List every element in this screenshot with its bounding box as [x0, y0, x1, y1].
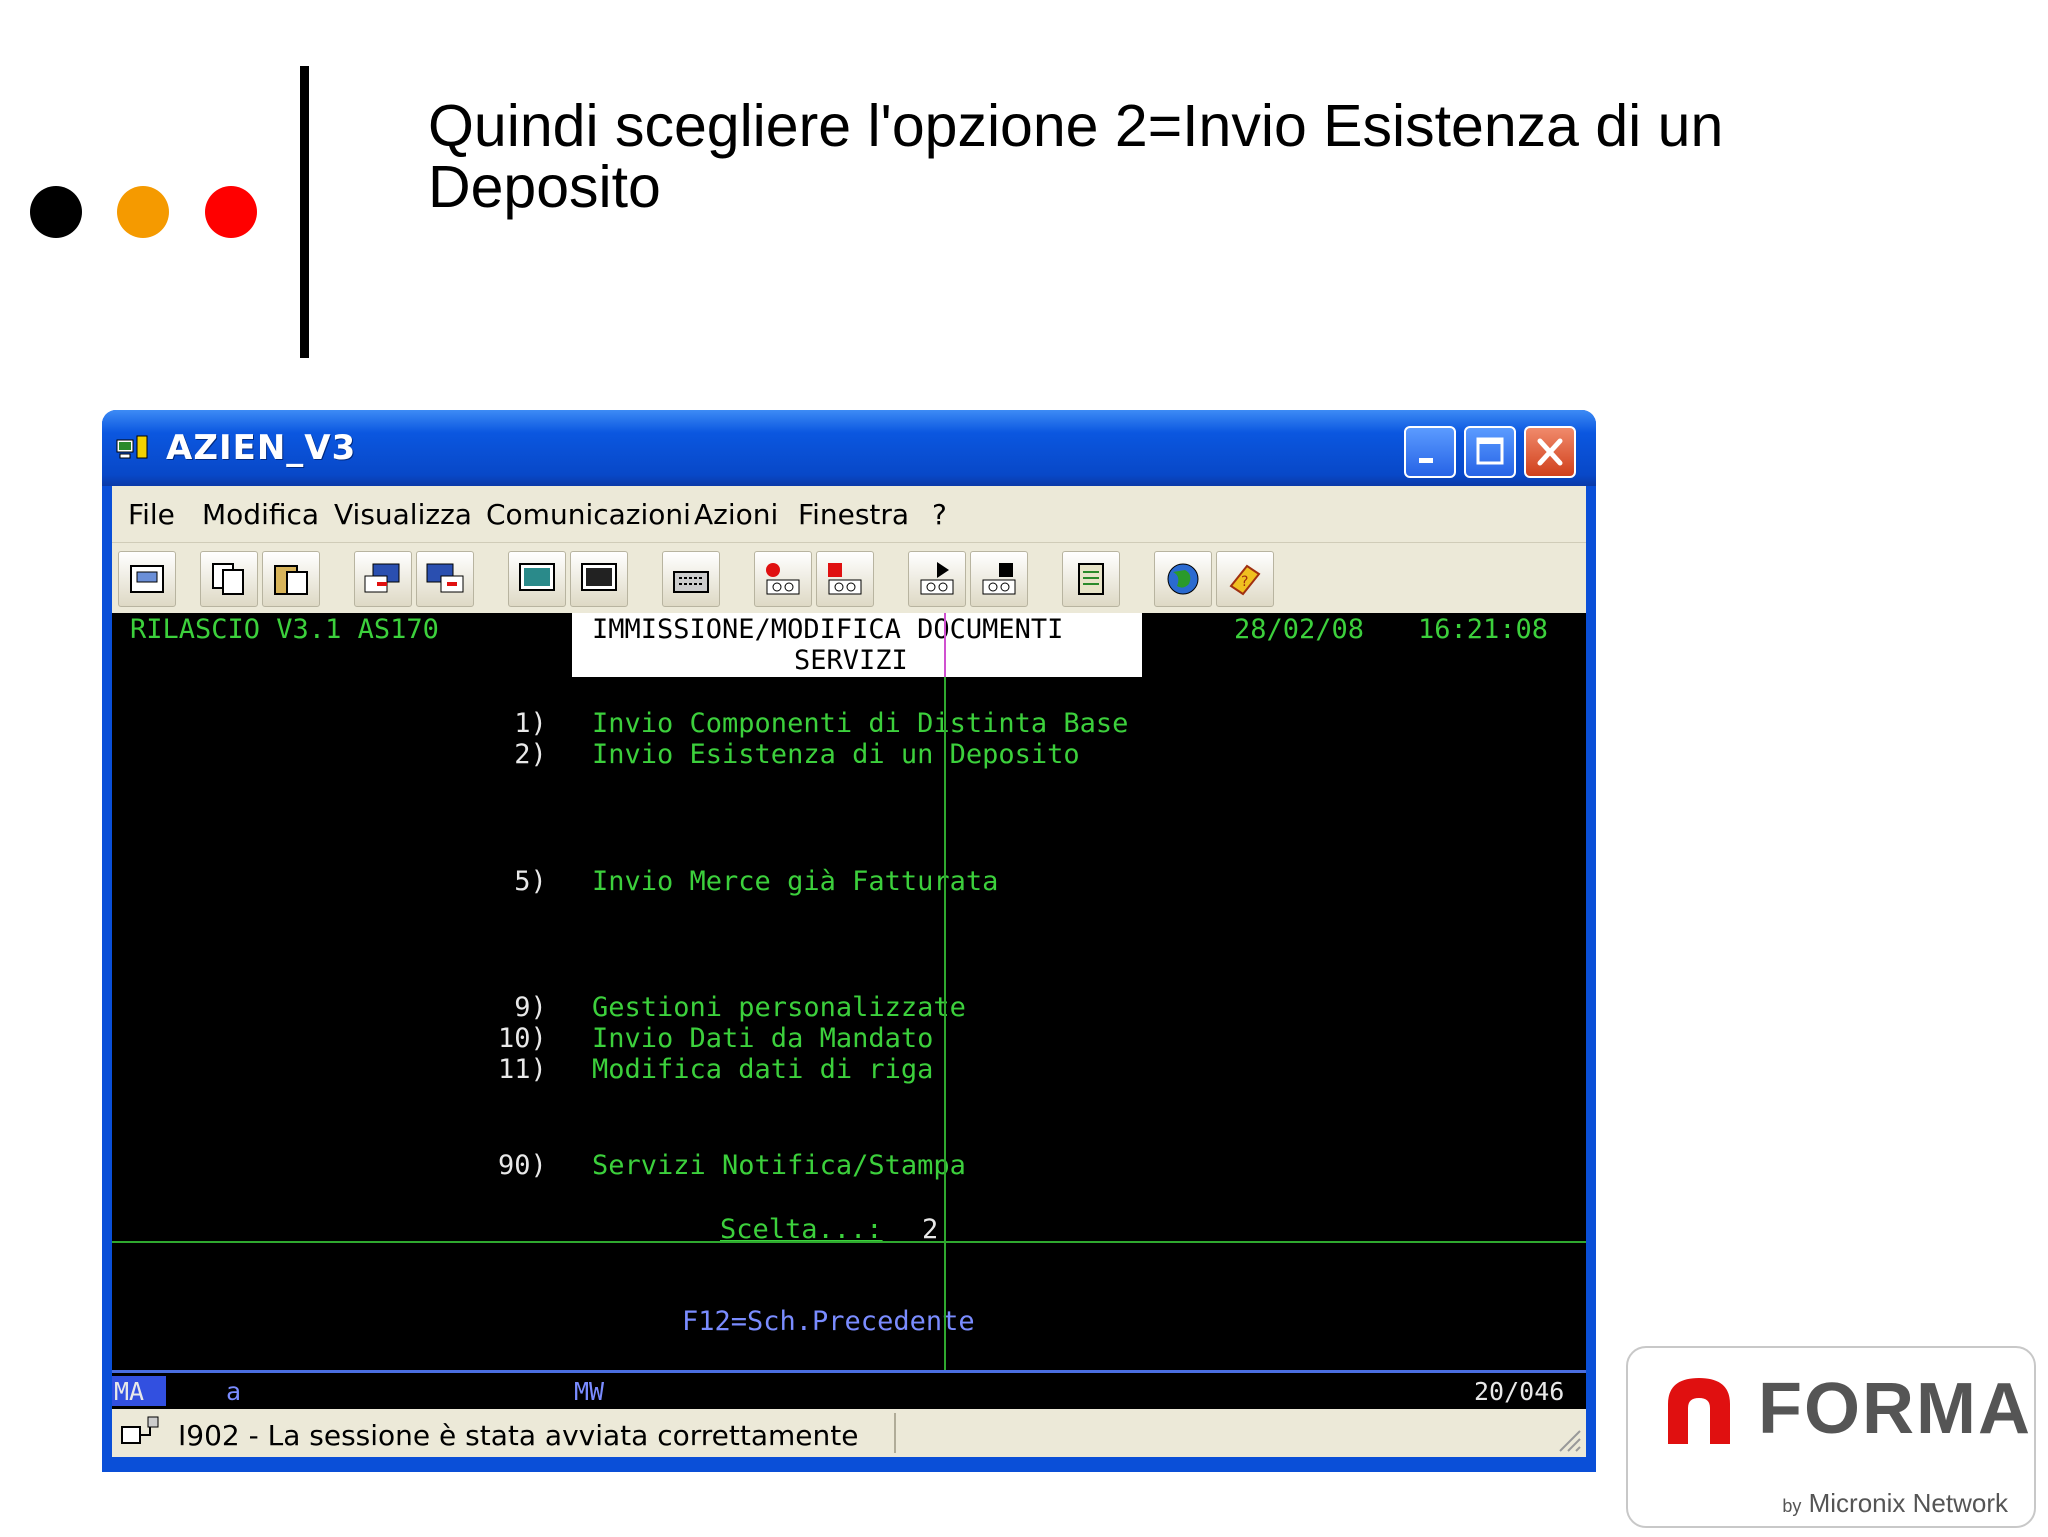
- menu-bar: File Modifica Visualizza Comunicazioni A…: [112, 486, 1586, 543]
- help-button[interactable]: ?: [1216, 551, 1274, 607]
- f12-key-hint[interactable]: F12=Sch.Precedente: [682, 1307, 975, 1337]
- operator-info-area: MA a MW 20/046: [112, 1370, 1586, 1409]
- vertical-divider: [300, 66, 309, 358]
- slide-title: Quindi scegliere l'opzione 2=Invio Esist…: [428, 93, 1724, 220]
- forma-logo: FORMA by Micronix Network: [1626, 1346, 2036, 1528]
- menu-file[interactable]: File: [128, 498, 175, 531]
- resize-grip-icon[interactable]: [1552, 1423, 1582, 1453]
- session-setup-button[interactable]: [570, 551, 628, 607]
- keyboard-icon: [673, 571, 709, 593]
- play-macro-button[interactable]: [908, 551, 966, 607]
- receive-icon: [426, 563, 464, 593]
- option-number: 9): [498, 992, 547, 1023]
- menu-modifica[interactable]: Modifica: [202, 498, 319, 531]
- close-icon: [1537, 438, 1563, 466]
- menu-comunicazioni[interactable]: Comunicazioni: [486, 498, 691, 531]
- forma-logo-mark-icon: [1668, 1378, 1730, 1444]
- logo-tagline: by Micronix Network: [1782, 1488, 2008, 1519]
- send-icon: [364, 563, 400, 593]
- display-setup-button[interactable]: [508, 551, 566, 607]
- stop-macro-button[interactable]: [816, 551, 874, 607]
- logo-by: by: [1782, 1496, 1802, 1516]
- paste-icon: [274, 565, 308, 595]
- option-number: 2): [498, 739, 547, 770]
- session-setup-icon: [581, 563, 617, 591]
- maximize-button[interactable]: [1464, 426, 1516, 478]
- red-dot: [205, 186, 257, 238]
- print-screen-button[interactable]: [118, 551, 176, 607]
- option-number: 11): [498, 1054, 547, 1085]
- option-label[interactable]: Invio Dati da Mandato: [592, 1024, 933, 1054]
- display-setup-icon: [519, 563, 555, 591]
- screen-header-box: IMMISSIONE/MODIFICA DOCUMENTI SERVIZI: [572, 613, 1142, 677]
- release-label: RILASCIO V3.1 AS170: [130, 614, 439, 645]
- status-bar: I902 - La sessione è stata avviata corre…: [112, 1409, 1586, 1457]
- black-dot: [30, 186, 82, 238]
- paste-button[interactable]: [262, 551, 320, 607]
- option-number: 5): [498, 866, 547, 897]
- copy-button[interactable]: [200, 551, 258, 607]
- window-title: AZIEN_V3: [166, 428, 357, 468]
- print-screen-icon: [130, 565, 164, 593]
- receive-button[interactable]: [416, 551, 474, 607]
- maximize-icon: [1476, 437, 1504, 465]
- menu-finestra[interactable]: Finestra: [798, 498, 909, 531]
- keyboard-button[interactable]: [662, 551, 720, 607]
- menu-visualizza[interactable]: Visualizza: [334, 498, 472, 531]
- cursor-position: 20/046: [1474, 1377, 1565, 1406]
- menu-help[interactable]: ?: [932, 498, 947, 531]
- screen-header-line1: IMMISSIONE/MODIFICA DOCUMENTI: [592, 614, 1064, 645]
- terminal-app-icon: [116, 435, 148, 459]
- menu-azioni[interactable]: Azioni: [694, 498, 778, 531]
- close-button[interactable]: [1524, 426, 1576, 478]
- minimize-button[interactable]: [1404, 426, 1456, 478]
- option-label[interactable]: Modifica dati di riga: [592, 1055, 933, 1085]
- clipboard-icon: [1078, 563, 1104, 595]
- option-label[interactable]: Invio Componenti di Distinta Base: [592, 709, 1128, 739]
- record-macro-icon: [766, 563, 800, 595]
- record-macro-button[interactable]: [754, 551, 812, 607]
- option-number: 90): [498, 1150, 547, 1181]
- status-message: I902 - La sessione è stata avviata corre…: [178, 1419, 859, 1452]
- crosshair-row: [112, 1241, 1586, 1243]
- emulator-window: AZIEN_V3 File Modifica Visualizza Comuni…: [102, 410, 1596, 1472]
- status-divider: [894, 1413, 896, 1453]
- session-indicator: MW: [574, 1377, 605, 1406]
- help-book-icon: ?: [1229, 564, 1261, 596]
- terminal-screen[interactable]: IMMISSIONE/MODIFICA DOCUMENTI SERVIZI RI…: [112, 613, 1586, 1370]
- svg-text:?: ?: [1241, 574, 1248, 590]
- option-label[interactable]: Invio Esistenza di un Deposito: [592, 740, 1080, 770]
- orange-dot: [117, 186, 169, 238]
- mode-indicator: MA: [114, 1377, 145, 1406]
- crosshair-column: [944, 613, 946, 1370]
- copy-icon: [212, 563, 244, 595]
- option-label[interactable]: Invio Merce già Fatturata: [592, 867, 998, 897]
- minimize-icon: [1419, 458, 1433, 463]
- option-number: 1): [498, 708, 547, 739]
- clipboard-button[interactable]: [1062, 551, 1120, 607]
- web-button[interactable]: [1154, 551, 1212, 607]
- screen-header-line2: SERVIZI: [794, 645, 908, 676]
- play-macro-icon: [920, 562, 954, 595]
- screen-date: 28/02/08: [1234, 614, 1365, 645]
- input-indicator: a: [226, 1377, 242, 1406]
- session-connected-icon: [121, 1416, 159, 1444]
- option-number: 10): [498, 1023, 547, 1054]
- option-label[interactable]: Gestioni personalizzate: [592, 993, 966, 1023]
- screen-time: 16:21:08: [1418, 614, 1549, 645]
- send-button[interactable]: [354, 551, 412, 607]
- option-label[interactable]: Servizi Notifica/Stampa: [592, 1151, 966, 1181]
- stop-macro-icon: [828, 563, 862, 595]
- pause-macro-button[interactable]: [970, 551, 1028, 607]
- logo-network: Micronix Network: [1808, 1488, 2008, 1518]
- title-bar[interactable]: AZIEN_V3: [102, 410, 1596, 486]
- logo-wordmark: FORMA: [1758, 1369, 2032, 1449]
- globe-icon: [1167, 563, 1199, 595]
- crosshair-column-header: [944, 613, 946, 677]
- toolbar: ?: [112, 543, 1586, 613]
- pause-macro-icon: [982, 563, 1016, 595]
